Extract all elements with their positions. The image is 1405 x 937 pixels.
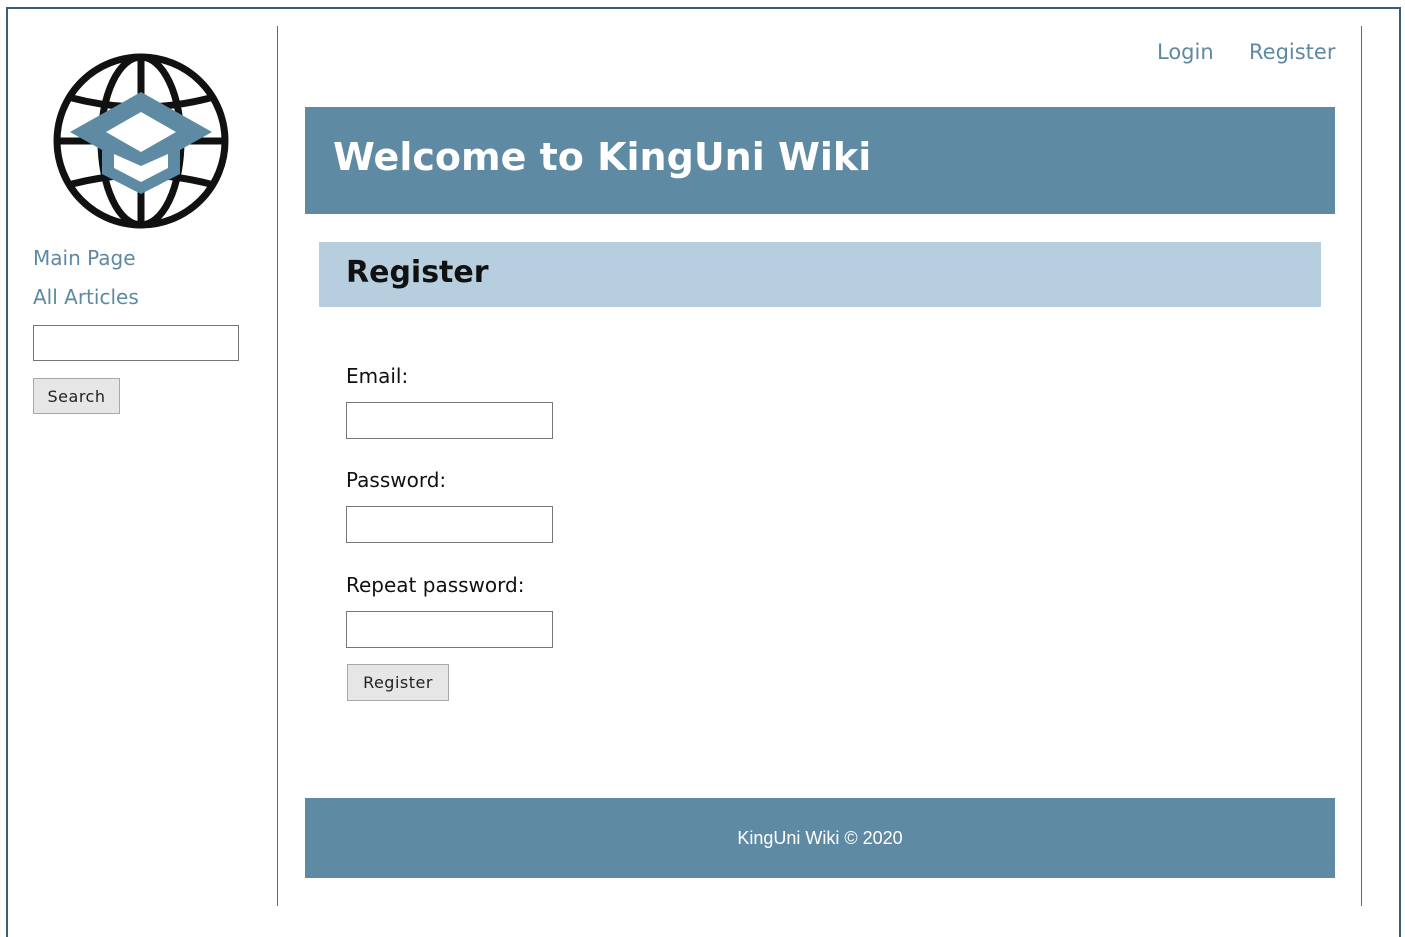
- globe-graduation-cap-logo[interactable]: [52, 52, 230, 230]
- banner-title: Welcome to KingUni Wiki: [333, 135, 872, 179]
- page-title: Register: [346, 255, 489, 290]
- footer-copyright: KingUni Wiki © 2020: [737, 827, 903, 848]
- footer: KingUni Wiki © 2020: [305, 798, 1335, 878]
- search-button[interactable]: Search: [33, 378, 120, 414]
- section-header: Register: [319, 242, 1321, 307]
- password-label: Password:: [346, 468, 447, 492]
- repeat-password-field[interactable]: [346, 611, 553, 648]
- sidebar-divider: [277, 26, 278, 906]
- right-divider: [1361, 26, 1362, 906]
- register-link[interactable]: Register: [1249, 40, 1335, 64]
- register-submit-button[interactable]: Register: [347, 664, 449, 701]
- email-field[interactable]: [346, 402, 553, 439]
- login-link[interactable]: Login: [1157, 40, 1214, 64]
- sidebar-link-all-articles[interactable]: All Articles: [33, 285, 139, 309]
- password-field[interactable]: [346, 506, 553, 543]
- repeat-password-label: Repeat password:: [346, 573, 525, 597]
- search-input[interactable]: [33, 325, 239, 361]
- sidebar-link-main-page[interactable]: Main Page: [33, 246, 136, 270]
- welcome-banner: Welcome to KingUni Wiki: [305, 107, 1335, 214]
- email-label: Email:: [346, 364, 409, 388]
